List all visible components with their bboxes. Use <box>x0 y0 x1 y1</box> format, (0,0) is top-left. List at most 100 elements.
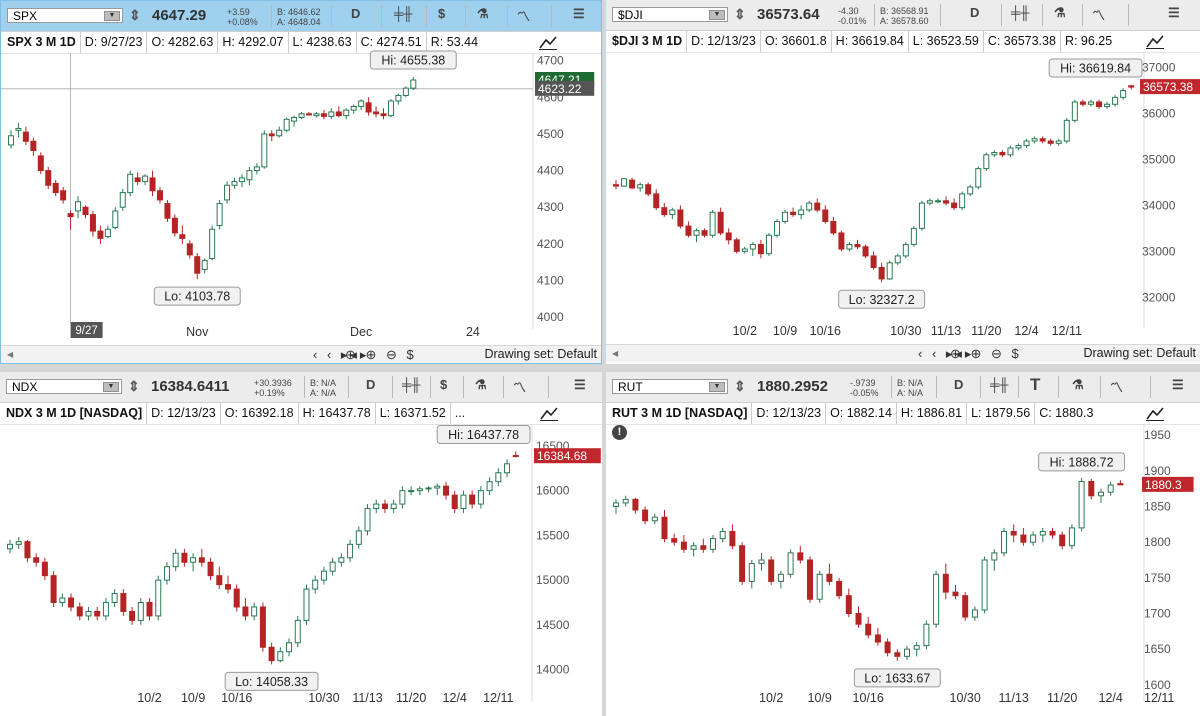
candle-down <box>443 485 449 496</box>
y-tick-label: 33000 <box>1142 244 1176 258</box>
candle-down <box>1079 101 1086 105</box>
candle-up <box>15 541 22 545</box>
y-tick-label: 1650 <box>1144 642 1171 656</box>
x-tick-label: 12/4 <box>443 691 467 705</box>
candle-down <box>962 595 969 618</box>
y-tick-label: 16000 <box>536 484 570 498</box>
candle-up <box>991 152 998 156</box>
candle-up <box>1030 534 1037 543</box>
candle-down <box>33 557 40 563</box>
y-tick-label: 14500 <box>536 618 570 632</box>
y-tick-label: 4000 <box>537 310 564 324</box>
scroll-left-icon[interactable]: ◀ <box>7 346 13 363</box>
y-tick-label: 15000 <box>536 573 570 587</box>
candle-down <box>225 584 231 590</box>
chart-pane-spx[interactable]: SPX ▼ ⇕ 4647.29 +3.59 +0.08% B: 4646.62 A: … <box>0 0 602 364</box>
candle-up <box>495 472 502 483</box>
low-marker-label: Lo: 4103.78 <box>164 290 230 304</box>
y-tick-label: 35000 <box>1142 152 1176 166</box>
y-tick-label: 1700 <box>1144 607 1171 621</box>
y-tick-label: 15500 <box>536 528 570 542</box>
candle-up <box>137 602 144 621</box>
candle-up <box>798 209 805 216</box>
candle-up <box>846 243 853 250</box>
candle-up <box>959 193 966 209</box>
drawing-set-label[interactable]: Drawing set: Default <box>484 346 597 363</box>
candle-down <box>1010 530 1017 536</box>
candle-down <box>629 179 636 189</box>
candle-up <box>416 488 423 492</box>
candle-up <box>709 211 716 236</box>
candle-down <box>22 131 29 142</box>
candle-up <box>902 243 909 257</box>
candle-up <box>460 494 467 510</box>
candle-up <box>434 485 441 489</box>
candle-down <box>942 573 949 593</box>
chart-pane-rut[interactable]: RUT ▼ ⇕ 1880.2952 -.9739 -0.05% B: N/A A: N… <box>606 372 1200 716</box>
candle-down <box>878 266 885 280</box>
x-tick-label: 11/13 <box>931 324 961 338</box>
candle-up <box>261 133 268 168</box>
chart-pane-ndx[interactable]: NDX ▼ ⇕ 16384.6411 +30.3936 +0.19% B: N/A A… <box>0 372 602 716</box>
y-tick-label: 4700 <box>537 54 564 68</box>
zoom-controls[interactable]: ⊕ ⊕ ⊖ $ <box>950 345 1022 362</box>
candle-down <box>381 503 388 510</box>
price-chart[interactable]: 16500160001550015000145001400010/2 10/9 10… <box>0 372 602 716</box>
candle-up <box>693 230 700 236</box>
candle-up <box>991 552 998 561</box>
candle-up <box>983 154 990 170</box>
candle-down <box>733 239 740 252</box>
candle-up <box>104 228 111 238</box>
candle-up <box>283 118 290 131</box>
zoom-controls[interactable]: ⊕ ⊕ ⊖ $ <box>345 346 417 363</box>
candle-down <box>790 211 797 216</box>
candle-up <box>425 487 432 490</box>
candle-up <box>913 645 920 650</box>
candle-up <box>1087 101 1094 105</box>
candle-up <box>748 563 755 582</box>
candle-down <box>826 573 833 582</box>
crosshair-price-label: 4623.22 <box>538 82 582 96</box>
candle-down <box>661 516 668 540</box>
candle-up <box>1071 101 1078 121</box>
price-chart[interactable]: 37000 36000 35000 34000 33000 32000 10/2 10/9 10… <box>606 0 1200 364</box>
candle-down <box>632 498 639 511</box>
scroll-left-icon[interactable]: ◀ <box>612 345 618 362</box>
candle-up <box>651 516 658 522</box>
candle-down <box>149 177 156 192</box>
candle-up <box>816 573 823 600</box>
candle-up <box>613 502 619 507</box>
candle-down <box>862 246 869 257</box>
candle-up <box>75 201 82 212</box>
candle-up <box>758 559 765 565</box>
price-chart[interactable]: 1950 1900 1850 1800 1750 1700 1650 1600 10/2 10/9… <box>606 372 1200 716</box>
candle-up <box>669 209 676 216</box>
candle-up <box>1120 89 1127 98</box>
candle-up <box>621 178 628 187</box>
candle-down <box>717 211 724 234</box>
x-tick-label: 11/13 <box>999 691 1029 705</box>
candle-up <box>408 490 415 493</box>
candle-down <box>194 256 201 274</box>
candle-down <box>999 152 1006 156</box>
candle-down <box>768 559 775 582</box>
candle-down <box>1047 140 1054 144</box>
candle-down <box>701 230 708 236</box>
candle-up <box>1055 140 1062 144</box>
candle-up <box>387 100 394 117</box>
candle-down <box>807 559 813 600</box>
chart-pane-dji[interactable]: $DJI ▼ ⇕ 36573.64 -4.30 -0.01% B: 36568.91… <box>606 0 1200 364</box>
candle-down <box>216 575 223 586</box>
candle-up <box>777 573 784 582</box>
candle-down <box>512 455 519 458</box>
last-price-tag-label: 1880.3 <box>1145 478 1182 492</box>
candle-down <box>661 207 668 216</box>
x-tick-label: 10/30 <box>890 324 921 338</box>
price-chart[interactable]: 47004600450044004300420041004000Nov Dec 24… <box>1 1 602 364</box>
candle-down <box>30 140 37 151</box>
candle-down <box>757 243 764 255</box>
drawing-set-label[interactable]: Drawing set: Default <box>1083 345 1196 362</box>
candle-down <box>164 203 171 219</box>
x-tick-label: 12/4 <box>1099 691 1123 705</box>
candle-down <box>306 113 312 116</box>
